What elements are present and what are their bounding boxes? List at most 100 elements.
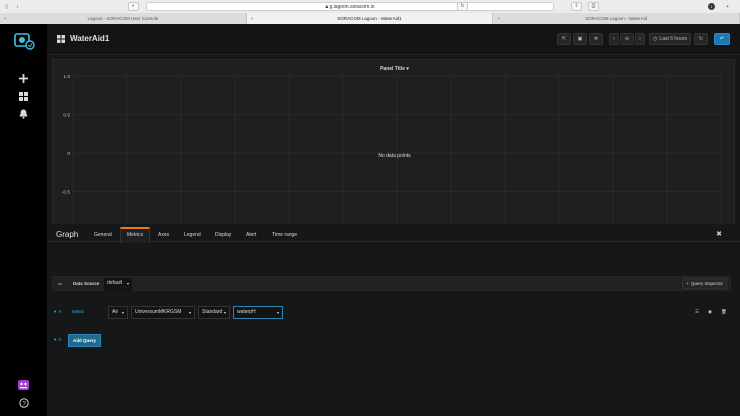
share-icon: ⇱: [561, 36, 567, 42]
clock-icon: ◷: [653, 36, 658, 42]
query-ref-letter: A: [58, 309, 62, 314]
segment-select-1[interactable]: UniversumMKRGSM ▾: [131, 306, 195, 319]
y-tick-label: -0.5: [62, 189, 71, 195]
logo-graphic: [14, 33, 35, 50]
query-collapse-toggle[interactable]: ▾ A: [54, 306, 61, 317]
tab-legend[interactable]: Legend: [184, 232, 201, 238]
caret-down-icon: ▾: [126, 281, 129, 286]
close-icon[interactable]: ×: [4, 13, 7, 24]
save-icon: ▣: [577, 36, 583, 42]
tab-label: SORACOM Lagoon - WaterAid1: [337, 16, 402, 21]
segment-value: UniversumMKRGSM: [135, 309, 182, 315]
gear-icon: ✲: [593, 36, 599, 42]
reader-icon[interactable]: ◐: [128, 2, 139, 11]
chevron-right-icon: ›: [639, 36, 641, 42]
tab-display[interactable]: Display: [215, 232, 231, 238]
no-data-message: No data points: [378, 153, 411, 159]
add-query-ref-letter: A: [58, 337, 62, 342]
download-icon[interactable]: ↓: [708, 3, 715, 10]
query-inspector-label: Query Inspector: [690, 281, 723, 286]
tab-wateraid[interactable]: × SORACOM Lagoon - WaterAid: [493, 13, 740, 24]
tab-general[interactable]: General: [94, 232, 112, 238]
tab-bar: × Lagoon - SORACOM User Console × SORACOM …: [0, 13, 740, 24]
time-back-button[interactable]: ‹: [609, 33, 619, 45]
lagoon-logo-icon[interactable]: [13, 32, 35, 50]
segment-select-0[interactable]: Air ▾: [108, 306, 128, 319]
back-to-dashboard-button[interactable]: ↶: [714, 33, 730, 45]
tab-metrics[interactable]: Metrics: [120, 227, 151, 243]
time-range-label: Last 6 hours: [659, 36, 687, 42]
datasource-select[interactable]: default ▾: [104, 278, 132, 291]
add-query-row: ▾ A Add Query: [52, 333, 731, 348]
print-icon[interactable]: ⎙: [588, 2, 599, 11]
share-icon[interactable]: ⇧: [571, 2, 582, 11]
dashboard-grid-icon[interactable]: [57, 35, 65, 45]
time-picker-button[interactable]: ◷ Last 6 hours: [649, 33, 691, 45]
segment-select-2[interactable]: Standard ▾: [198, 306, 230, 319]
segment-select-3[interactable]: waterpH ▾: [233, 306, 283, 319]
datasource-value: default: [107, 280, 123, 286]
query-menu-icon[interactable]: ☰: [695, 306, 699, 317]
reload-icon[interactable]: ↻: [457, 2, 468, 11]
eye-icon[interactable]: ◉: [708, 306, 712, 317]
close-icon[interactable]: ×: [497, 13, 500, 24]
browser-chrome: ▯ ‹ ◐ 🔒︎ g.lagoon.soracom.io ↻ ⇧ ⎙ ↓ + ×…: [0, 0, 740, 24]
segment-value: Standard: [202, 309, 223, 315]
caret-down-icon: ▾: [188, 310, 191, 315]
datasource-label: Data Source: [73, 281, 100, 286]
time-forward-button[interactable]: ›: [635, 33, 645, 45]
user-avatar-icon[interactable]: [15, 376, 32, 393]
zoom-out-icon: ⊖: [624, 36, 630, 42]
query-row: ▾ A Metric Air ▾ UniversumMKRGSM ▾ Stand…: [52, 305, 731, 320]
browser-toolbar: ▯ ‹ ◐ 🔒︎ g.lagoon.soracom.io ↻ ⇧ ⎙ ↓ +: [0, 0, 740, 13]
close-editor-icon[interactable]: ✖: [716, 230, 722, 238]
undo-arrow-icon: ↶: [719, 36, 725, 42]
share-dashboard-button[interactable]: ⇱: [557, 33, 571, 45]
caret-down-icon: ▾: [54, 308, 57, 314]
bell-icon[interactable]: [15, 105, 32, 122]
save-dashboard-button[interactable]: ▣: [573, 33, 587, 45]
trash-icon[interactable]: 🗑︎: [721, 306, 727, 317]
help-icon[interactable]: ?: [15, 394, 32, 411]
metric-label: Metric: [72, 309, 85, 314]
y-tick-label: 0.5: [63, 112, 70, 118]
graph-panel: Panel Title ▾ 1.00.50-0.5-1.010:3011:001…: [52, 59, 735, 244]
add-query-button[interactable]: Add Query: [68, 334, 102, 347]
tab-label: SORACOM Lagoon - WaterAid: [585, 16, 648, 21]
dashboards-icon[interactable]: [15, 88, 32, 105]
tab-label: Lagoon - SORACOM User Console: [87, 16, 159, 21]
address-text: g.lagoon.soracom.io: [329, 4, 375, 10]
editor-title: Graph: [56, 230, 79, 239]
sidebar-toggle-icon[interactable]: ▯: [3, 3, 10, 10]
add-tab-icon[interactable]: +: [724, 3, 731, 10]
chevron-left-icon: ‹: [613, 36, 615, 42]
close-icon[interactable]: ×: [251, 13, 254, 24]
back-icon[interactable]: ‹: [14, 3, 21, 10]
sidebar: ?: [0, 24, 47, 416]
settings-button[interactable]: ✲: [589, 33, 603, 45]
tab-time-range[interactable]: Time range: [272, 232, 297, 238]
tab-alert[interactable]: Alert: [246, 232, 256, 238]
query-inspector-button[interactable]: + Query Inspector: [682, 278, 727, 289]
editor-tab-bar: Graph General Metrics Axes Legend Displa…: [47, 224, 740, 243]
caret-down-icon: ▾: [276, 310, 279, 315]
refresh-button[interactable]: ↻: [694, 33, 708, 45]
caret-down-icon: ▾: [223, 310, 226, 315]
address-bar[interactable]: 🔒︎ g.lagoon.soracom.io: [146, 2, 554, 11]
dashboard-navbar: WaterAid1 ⇱ ▣ ✲ ‹ ⊖ › ◷ Last 6 hours ↻ ↶: [47, 24, 740, 55]
tab-wateraid1[interactable]: × SORACOM Lagoon - WaterAid1: [246, 13, 494, 24]
y-tick-label: 1.0: [63, 74, 70, 80]
dashboard-title[interactable]: WaterAid1: [70, 34, 109, 43]
tab-console[interactable]: × Lagoon - SORACOM User Console: [0, 13, 247, 24]
datasource-db-icon: ▭: [58, 280, 63, 286]
plus-icon: +: [686, 281, 689, 286]
panel-editor: Graph General Metrics Axes Legend Displa…: [47, 224, 740, 416]
zoom-out-button[interactable]: ⊖: [620, 33, 634, 45]
tab-axes[interactable]: Axes: [158, 232, 169, 238]
datasource-row: ▭ Data Source default ▾ + Query Inspecto…: [52, 276, 731, 291]
lock-icon: 🔒︎: [325, 4, 329, 10]
refresh-icon: ↻: [698, 36, 704, 42]
plus-icon[interactable]: [15, 70, 32, 87]
segment-value: waterpH: [237, 309, 256, 315]
add-query-ref: ▾ A: [54, 334, 61, 345]
